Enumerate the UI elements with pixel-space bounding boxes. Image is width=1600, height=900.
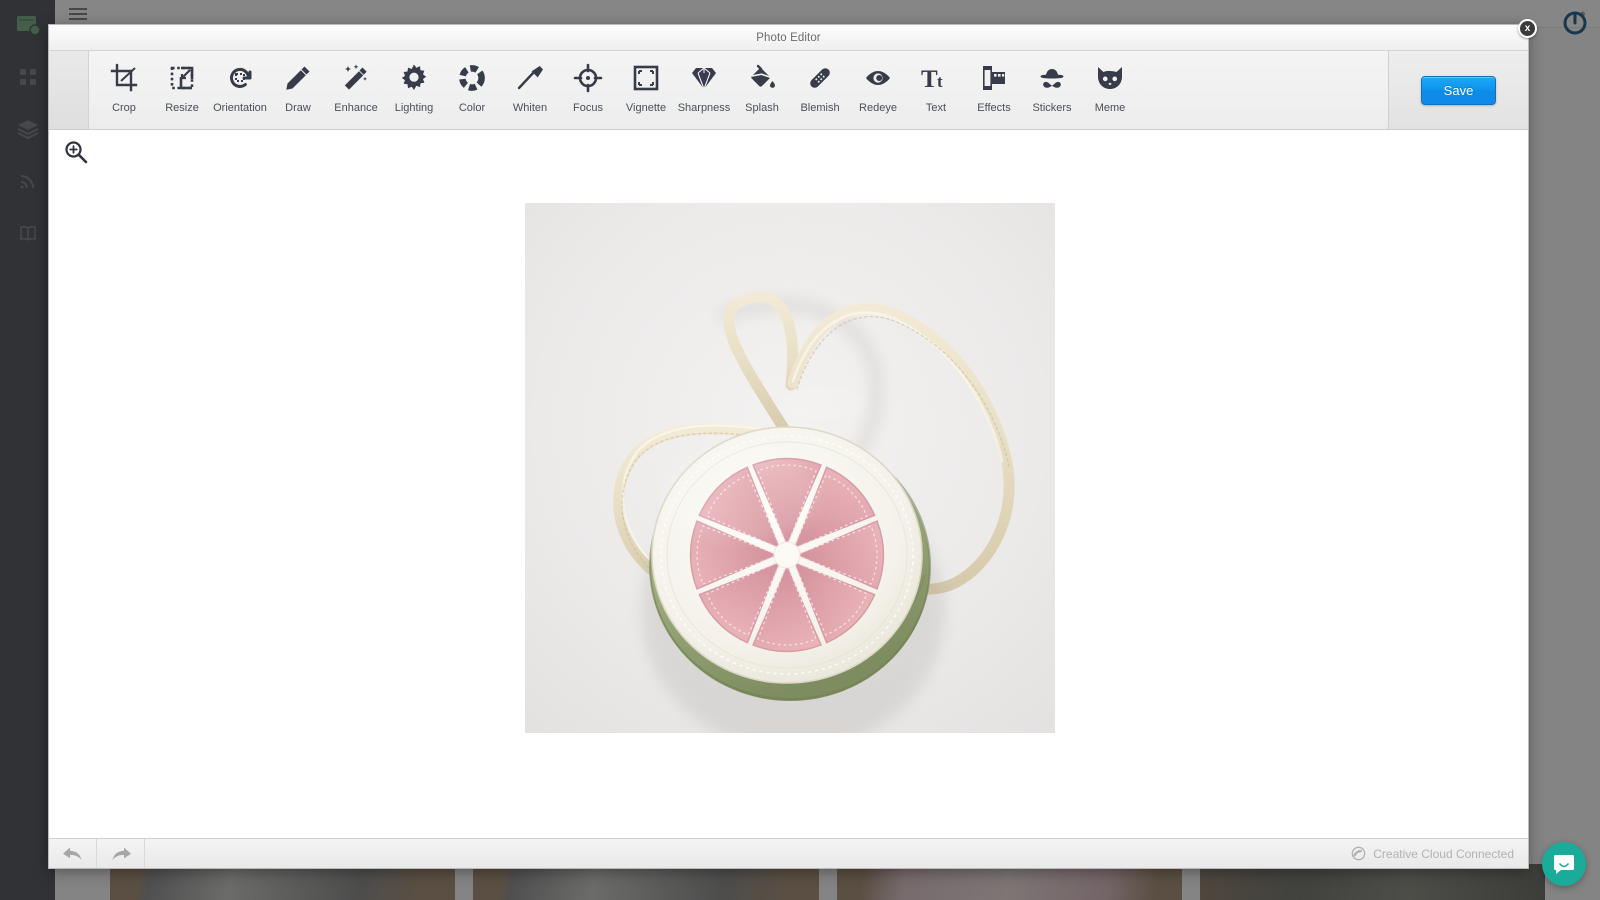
paint-bucket-icon bbox=[746, 62, 778, 94]
tool-draw[interactable]: Draw bbox=[269, 51, 327, 114]
tool-whiten[interactable]: Whiten bbox=[501, 51, 559, 114]
tool-lighting[interactable]: Lighting bbox=[385, 51, 443, 114]
tool-label: Sharpness bbox=[677, 102, 731, 114]
editor-footer: Creative Cloud Connected bbox=[49, 838, 1528, 868]
tool-effects[interactable]: Effects bbox=[965, 51, 1023, 114]
tool-focus[interactable]: Focus bbox=[559, 51, 617, 114]
tool-stickers[interactable]: Stickers bbox=[1023, 51, 1081, 114]
creative-cloud-icon bbox=[1351, 846, 1366, 861]
eye-icon bbox=[862, 62, 894, 94]
footer-spacer bbox=[145, 839, 1351, 868]
toolbar-left-pad bbox=[49, 51, 89, 129]
status-text: Creative Cloud Connected bbox=[1373, 846, 1514, 861]
tool-label: Vignette bbox=[625, 102, 667, 114]
tool-label: Blemish bbox=[800, 102, 840, 114]
text-tt-icon: T t bbox=[920, 62, 952, 94]
tool-label: Stickers bbox=[1032, 102, 1072, 114]
editor-canvas-area[interactable] bbox=[49, 130, 1528, 838]
resize-icon bbox=[166, 62, 198, 94]
tool-label: Resize bbox=[165, 102, 199, 114]
diamond-icon bbox=[688, 62, 720, 94]
tool-label: Redeye bbox=[859, 102, 897, 114]
intercom-launcher-button[interactable] bbox=[1542, 842, 1586, 886]
power-icon[interactable] bbox=[1560, 8, 1590, 38]
focus-target-icon bbox=[572, 62, 604, 94]
vignette-frame-icon bbox=[630, 62, 662, 94]
close-icon[interactable]: x bbox=[1518, 19, 1537, 38]
sun-icon bbox=[398, 62, 430, 94]
tool-orientation[interactable]: Orientation bbox=[211, 51, 269, 114]
tool-vignette[interactable]: Vignette bbox=[617, 51, 675, 114]
crop-icon bbox=[108, 62, 140, 94]
film-roll-icon bbox=[978, 62, 1010, 94]
creative-cloud-status: Creative Cloud Connected bbox=[1351, 839, 1528, 868]
tool-redeye[interactable]: Redeye bbox=[849, 51, 907, 114]
photo-editor-modal: Photo Editor x Crop Resize Orientation D… bbox=[48, 19, 1537, 869]
save-button[interactable]: Save bbox=[1421, 75, 1496, 105]
modal-titlebar: Photo Editor x bbox=[49, 19, 1537, 51]
hat-mustache-icon bbox=[1036, 62, 1068, 94]
zoom-in-icon[interactable] bbox=[62, 138, 90, 166]
tool-label: Meme bbox=[1094, 102, 1126, 114]
tool-label: Focus bbox=[573, 102, 603, 114]
tool-label: Color bbox=[458, 102, 486, 114]
tool-color[interactable]: Color bbox=[443, 51, 501, 114]
page-title: Photo Editor bbox=[756, 31, 821, 44]
tool-text[interactable]: T t Text bbox=[907, 51, 965, 114]
tool-meme[interactable]: Meme bbox=[1081, 51, 1139, 114]
tool-label: Crop bbox=[112, 102, 136, 114]
magic-wand-icon bbox=[340, 62, 372, 94]
redo-button[interactable] bbox=[97, 839, 145, 868]
tool-sharpness[interactable]: Sharpness bbox=[675, 51, 733, 114]
svg-text:t: t bbox=[937, 72, 943, 91]
pencil-icon bbox=[282, 62, 314, 94]
tool-label: Draw bbox=[285, 102, 311, 114]
tool-resize[interactable]: Resize bbox=[153, 51, 211, 114]
tool-crop[interactable]: Crop bbox=[95, 51, 153, 114]
bandage-icon bbox=[804, 62, 836, 94]
tool-splash[interactable]: Splash bbox=[733, 51, 791, 114]
editor-toolbar: Crop Resize Orientation Draw Enhance Lig… bbox=[49, 51, 1528, 130]
svg-text:T: T bbox=[921, 66, 938, 93]
tool-label: Enhance bbox=[334, 102, 378, 114]
orientation-icon bbox=[224, 62, 256, 94]
tool-blemish[interactable]: Blemish bbox=[791, 51, 849, 114]
tool-label: Text bbox=[925, 102, 947, 114]
tool-label: Splash bbox=[745, 102, 779, 114]
tool-list: Crop Resize Orientation Draw Enhance Lig… bbox=[89, 51, 1388, 129]
tool-label: Effects bbox=[977, 102, 1011, 114]
save-area: Save bbox=[1389, 51, 1528, 129]
color-wheel-icon bbox=[456, 62, 488, 94]
undo-button[interactable] bbox=[49, 839, 97, 868]
toothbrush-icon bbox=[514, 62, 546, 94]
tool-enhance[interactable]: Enhance bbox=[327, 51, 385, 114]
tool-label: Lighting bbox=[394, 102, 434, 114]
tool-label: Orientation bbox=[213, 102, 267, 114]
cat-face-icon bbox=[1094, 62, 1126, 94]
tool-label: Whiten bbox=[512, 102, 548, 114]
edited-photo[interactable] bbox=[525, 203, 1055, 733]
